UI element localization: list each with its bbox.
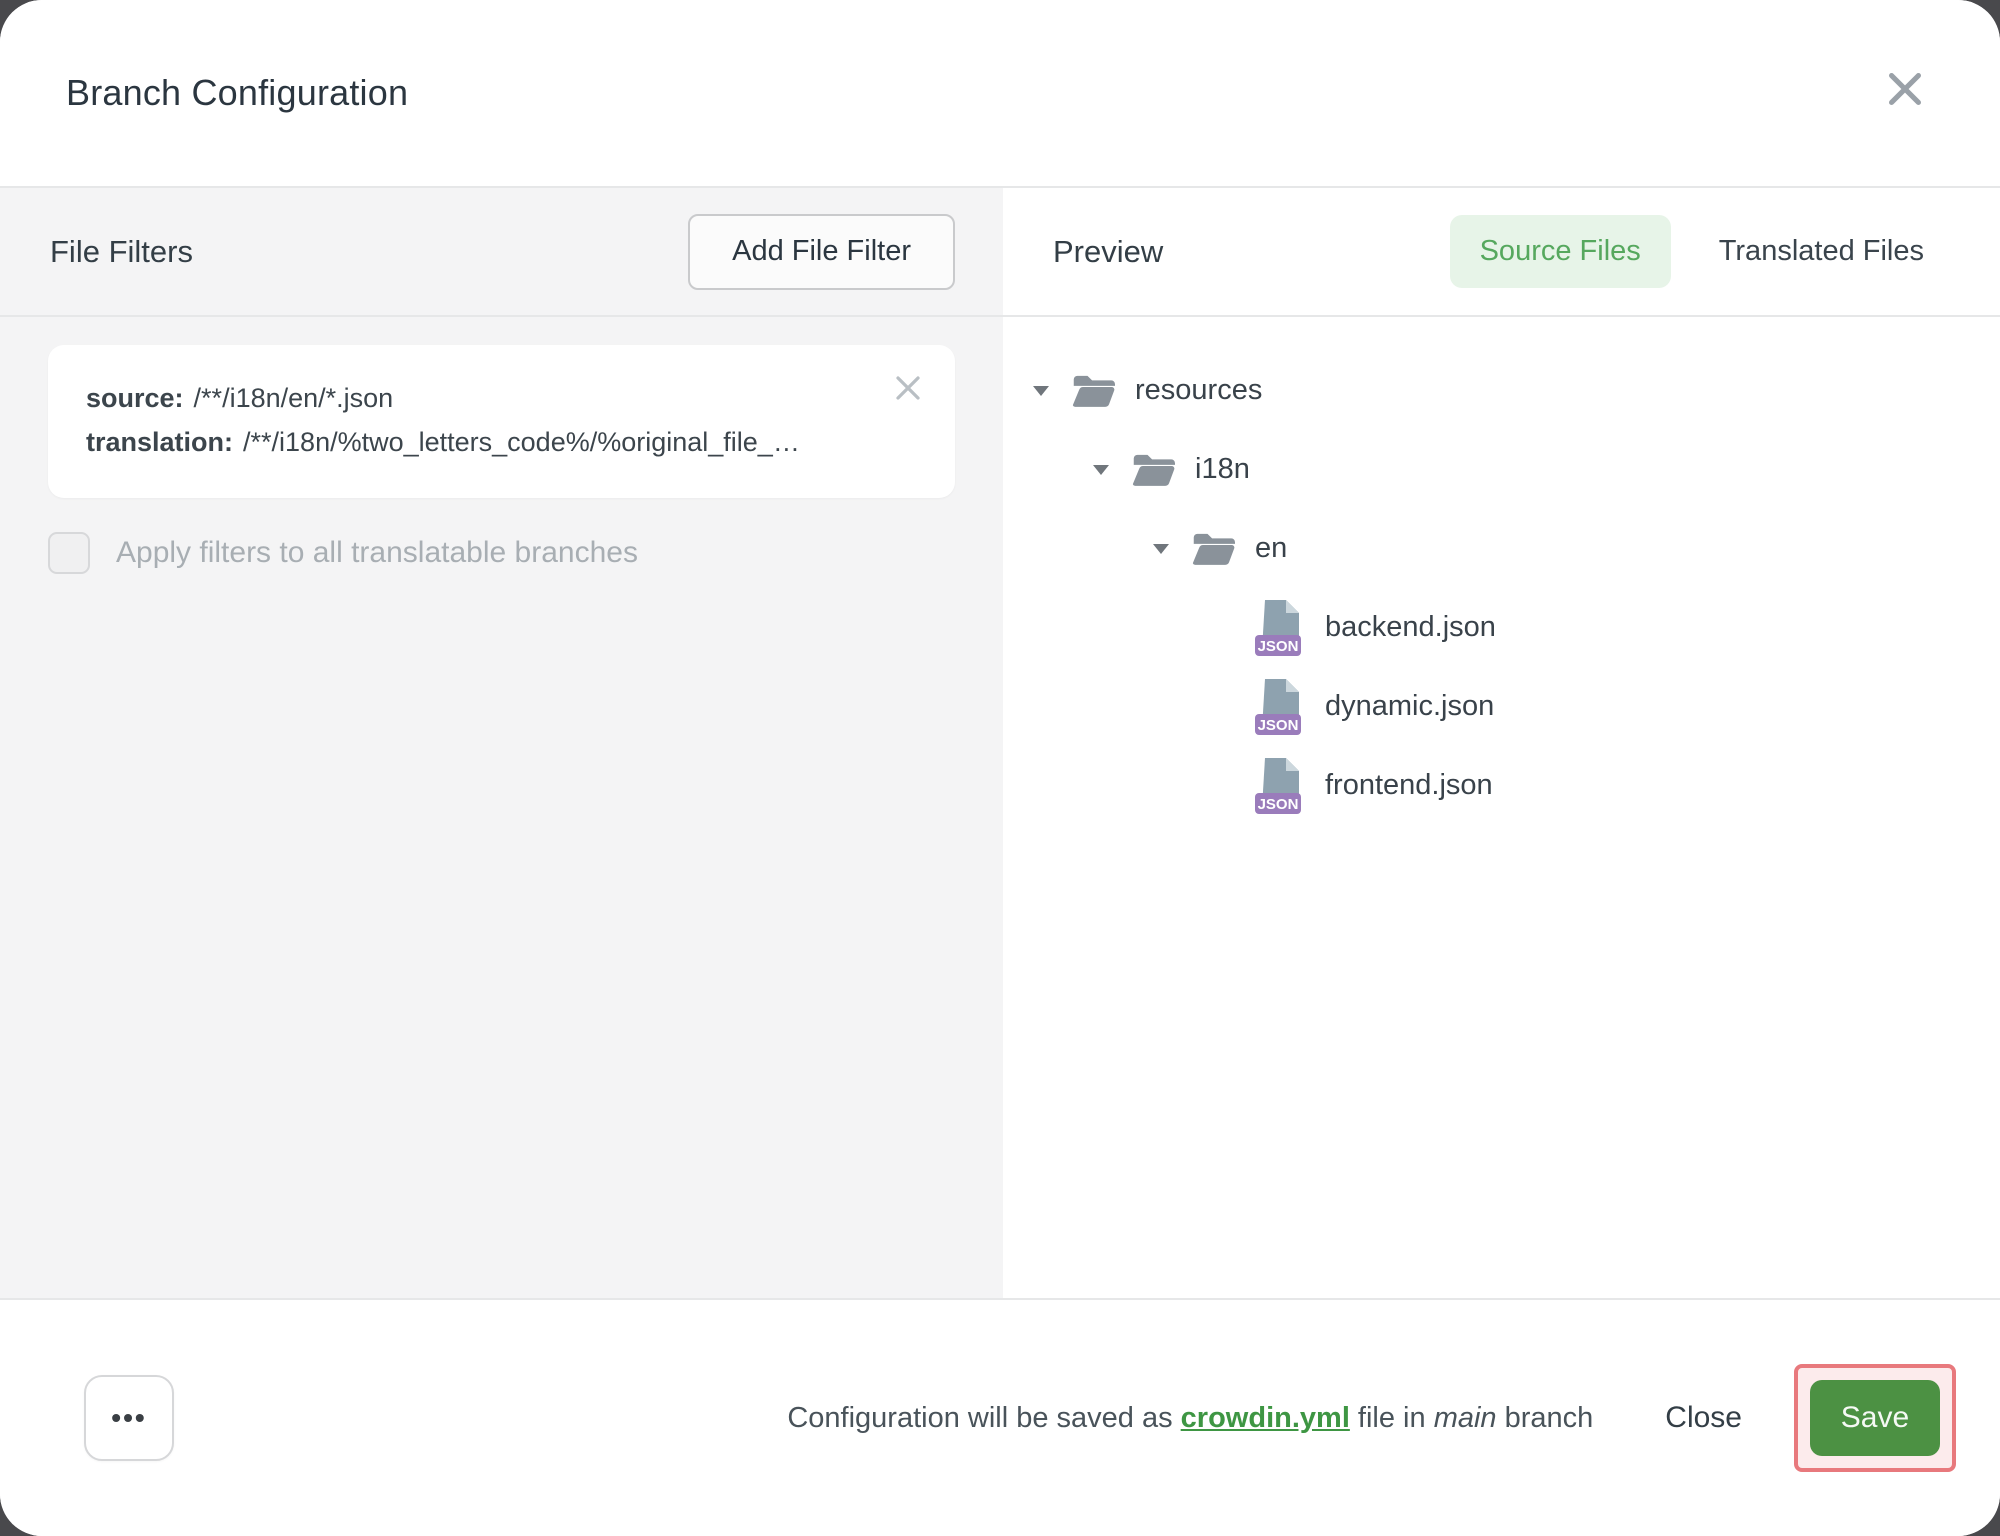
screen-backdrop: Branch Configuration File Filters Add Fi…	[0, 0, 2000, 1536]
preview-panel: Preview Source Files Translated Files re…	[1003, 188, 2000, 1298]
tree-item[interactable]: resources	[1003, 351, 2000, 430]
add-file-filter-button[interactable]: Add File Filter	[688, 214, 955, 290]
chevron-down-icon[interactable]	[1033, 386, 1049, 396]
json-file-icon: JSON	[1253, 599, 1305, 657]
close-icon[interactable]	[1886, 70, 1924, 108]
tree-item-icon-slot: JSON	[1253, 757, 1305, 815]
tree-item-icon-slot: JSON	[1253, 599, 1305, 657]
tree-item-icon-slot: JSON	[1253, 678, 1305, 736]
tree-item-label: dynamic.json	[1325, 690, 1494, 723]
tree-item[interactable]: JSON dynamic.json	[1003, 667, 2000, 746]
remove-filter-icon[interactable]	[893, 373, 923, 403]
apply-filters-checkbox[interactable]	[48, 532, 90, 574]
chevron-down-icon[interactable]	[1153, 544, 1169, 554]
tree-item-label: i18n	[1195, 453, 1250, 486]
modal-main: File Filters Add File Filter source:/**/…	[0, 188, 2000, 1298]
tree-item-label: resources	[1135, 374, 1262, 407]
svg-text:JSON: JSON	[1258, 717, 1299, 734]
save-note-prefix: Configuration will be saved as	[787, 1402, 1180, 1434]
save-note-suffix: branch	[1497, 1402, 1594, 1434]
chevron-down-icon[interactable]	[1093, 465, 1109, 475]
branch-name: main	[1434, 1402, 1497, 1434]
crowdin-yml-link[interactable]: crowdin.yml	[1181, 1402, 1350, 1434]
tree-item-icon-slot	[1071, 372, 1115, 409]
file-filter-card: source:/**/i18n/en/*.json translation:/*…	[48, 345, 955, 498]
filter-source-line: source:/**/i18n/en/*.json	[86, 377, 845, 421]
modal-title: Branch Configuration	[66, 72, 408, 114]
tree-item-label: en	[1255, 532, 1287, 565]
filter-translation-line: translation:/**/i18n/%two_letters_code%/…	[86, 421, 845, 465]
file-filters-content: source:/**/i18n/en/*.json translation:/*…	[0, 317, 1003, 574]
save-button[interactable]: Save	[1810, 1380, 1940, 1456]
tree-item-icon-slot	[1131, 451, 1175, 488]
preview-header: Preview Source Files Translated Files	[1003, 188, 2000, 317]
tree-item-label: backend.json	[1325, 611, 1496, 644]
file-filters-header: File Filters Add File Filter	[0, 188, 1003, 317]
tab-source-files[interactable]: Source Files	[1450, 215, 1671, 288]
preview-title: Preview	[1053, 234, 1163, 270]
tab-translated-files[interactable]: Translated Files	[1689, 215, 1954, 288]
tree-item[interactable]: i18n	[1003, 430, 2000, 509]
svg-text:JSON: JSON	[1258, 796, 1299, 813]
svg-text:JSON: JSON	[1258, 638, 1299, 655]
folder-icon	[1071, 372, 1115, 409]
modal-footer: ••• Configuration will be saved as crowd…	[0, 1298, 2000, 1536]
preview-tabs: Source Files Translated Files	[1450, 215, 1954, 288]
json-file-icon: JSON	[1253, 757, 1305, 815]
folder-icon	[1191, 530, 1235, 567]
tree-item-icon-slot	[1191, 530, 1235, 567]
file-filters-panel: File Filters Add File Filter source:/**/…	[0, 188, 1003, 1298]
branch-configuration-modal: Branch Configuration File Filters Add Fi…	[0, 0, 2000, 1536]
tree-item[interactable]: en	[1003, 509, 2000, 588]
tree-item-label: frontend.json	[1325, 769, 1493, 802]
apply-filters-row: Apply filters to all translatable branch…	[48, 532, 955, 574]
apply-filters-label: Apply filters to all translatable branch…	[116, 536, 638, 570]
file-tree: resources i18n en JSON backend.json JS	[1003, 317, 2000, 825]
json-file-icon: JSON	[1253, 678, 1305, 736]
save-button-highlight-box: Save	[1794, 1364, 1956, 1472]
close-button[interactable]: Close	[1665, 1401, 1742, 1435]
save-note-middle: file in	[1350, 1402, 1434, 1434]
more-options-button[interactable]: •••	[84, 1375, 174, 1461]
modal-header: Branch Configuration	[0, 0, 2000, 188]
save-note: Configuration will be saved as crowdin.y…	[787, 1402, 1593, 1435]
filter-list: source:/**/i18n/en/*.json translation:/*…	[48, 345, 955, 498]
tree-item[interactable]: JSON frontend.json	[1003, 746, 2000, 825]
tree-item[interactable]: JSON backend.json	[1003, 588, 2000, 667]
file-filters-title: File Filters	[50, 234, 193, 270]
folder-icon	[1131, 451, 1175, 488]
